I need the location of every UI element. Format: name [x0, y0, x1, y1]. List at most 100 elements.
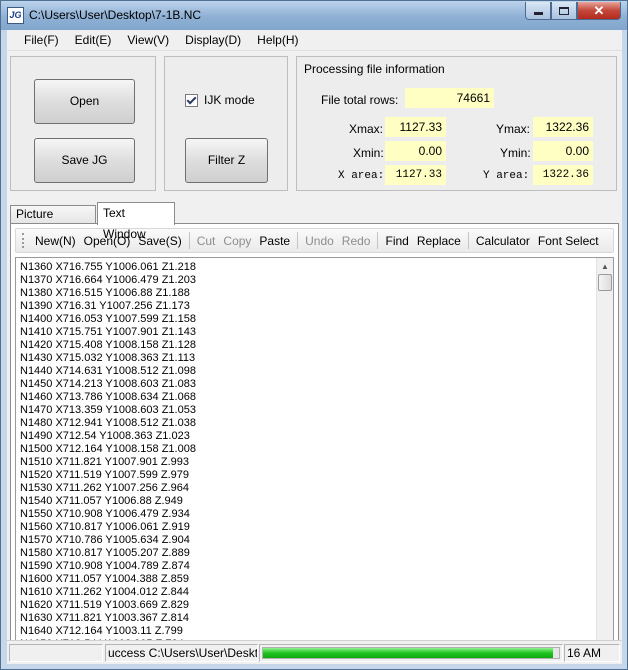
window-frame: File(F) Edit(E) View(V) Display(D) Help(…	[0, 30, 628, 670]
xmax-label: Xmax:	[349, 122, 384, 136]
cut-button[interactable]: Cut	[193, 234, 220, 248]
code-line: N1470 X713.359 Y1008.603 Z1.053	[20, 404, 196, 416]
code-line: N1560 X710.817 Y1006.061 Z.919	[20, 521, 190, 533]
undo-button[interactable]: Undo	[301, 234, 338, 248]
file-info-title: Processing file information	[304, 62, 445, 76]
nc-code-textarea[interactable]: N1360 X716.755 Y1006.061 Z1.218 N1370 X71…	[15, 257, 614, 663]
minimize-button[interactable]	[525, 2, 551, 20]
status-message: uccess C:\Users\User\Desktop\7-1B.NC	[105, 644, 258, 662]
progress-fill	[263, 648, 554, 658]
ijk-mode-option[interactable]: IJK mode	[185, 93, 255, 107]
redo-button[interactable]: Redo	[338, 234, 375, 248]
file-actions-panel: Open Save JG	[10, 56, 156, 191]
x-area-value: 1127.33	[385, 165, 446, 185]
code-line: N1620 X711.519 Y1003.669 Z.829	[20, 599, 190, 611]
maximize-button[interactable]	[551, 2, 577, 20]
total-rows-label: File total rows:	[321, 93, 399, 107]
code-line: N1630 X711.821 Y1003.367 Z.814	[20, 612, 190, 624]
status-time: 16 AM	[564, 644, 620, 662]
code-line: N1360 X716.755 Y1006.061 Z1.218	[20, 261, 196, 273]
replace-button[interactable]: Replace	[413, 234, 465, 248]
ymin-value: 0.00	[533, 141, 593, 161]
tab-text-window[interactable]: Text Window	[97, 202, 175, 241]
total-rows-value: 74661	[405, 88, 494, 108]
save-jg-button[interactable]: Save JG	[34, 138, 135, 183]
ymin-label: Ymin:	[500, 146, 531, 160]
y-area-label: Y area:	[483, 170, 530, 182]
code-line: N1450 X714.213 Y1008.603 Z1.083	[20, 378, 196, 390]
code-line: N1390 X716.31 Y1007.256 Z1.173	[20, 300, 190, 312]
file-info-panel: Processing file information File total r…	[296, 56, 617, 191]
calculator-button[interactable]: Calculator	[472, 234, 534, 248]
status-progress-cell	[259, 644, 563, 662]
font-select-button[interactable]: Font Select	[534, 234, 603, 248]
code-line: N1610 X711.262 Y1004.012 Z.844	[20, 586, 190, 598]
title-bar[interactable]: JG C:\Users\User\Desktop\7-1B.NC ✕	[0, 0, 628, 30]
text-window-page: New(N) Open(O) Save(S) Cut Copy Paste Un…	[10, 223, 619, 663]
client-area: File(F) Edit(E) View(V) Display(D) Help(…	[7, 30, 622, 664]
code-line: N1480 X712.941 Y1008.512 Z1.038	[20, 417, 196, 429]
menu-view[interactable]: View(V)	[120, 30, 176, 50]
app-icon[interactable]: JG	[7, 7, 24, 24]
code-line: N1420 X715.408 Y1008.158 Z1.128	[20, 339, 196, 351]
code-line: N1380 X716.515 Y1006.88 Z1.188	[20, 287, 190, 299]
options-panel: IJK mode Filter Z	[164, 56, 288, 191]
x-area-label: X area:	[338, 170, 385, 182]
open-button[interactable]: Open	[34, 79, 135, 124]
paste-button[interactable]: Paste	[255, 234, 294, 248]
maximize-icon	[559, 6, 569, 15]
new-button[interactable]: New(N)	[31, 234, 80, 248]
filter-z-button[interactable]: Filter Z	[185, 138, 268, 183]
code-line: N1430 X715.032 Y1008.363 Z1.113	[20, 352, 196, 364]
status-bar: uccess C:\Users\User\Desktop\7-1B.NC 16 …	[7, 640, 622, 664]
menu-help[interactable]: Help(H)	[250, 30, 305, 50]
tab-picture-window[interactable]: Picture Window	[10, 205, 96, 238]
code-line: N1600 X711.057 Y1004.388 Z.859	[20, 573, 190, 585]
code-line: N1520 X711.519 Y1007.599 Z.979	[20, 469, 190, 481]
code-line: N1410 X715.751 Y1007.901 Z1.143	[20, 326, 196, 338]
toolbar-separator	[188, 232, 190, 249]
code-line: N1540 X711.057 Y1006.88 Z.949	[20, 495, 183, 507]
xmin-label: Xmin:	[353, 146, 384, 160]
ijk-mode-checkbox[interactable]	[185, 93, 198, 107]
menu-file[interactable]: File(F)	[17, 30, 66, 50]
scroll-up-icon[interactable]: ▲	[597, 258, 613, 274]
check-icon	[186, 94, 197, 104]
close-icon: ✕	[593, 2, 605, 18]
ymax-label: Ymax:	[496, 122, 531, 136]
toolbar-separator	[297, 232, 299, 249]
minimize-icon	[533, 12, 543, 15]
window-controls: ✕	[525, 2, 621, 20]
code-line: N1570 X710.786 Y1005.634 Z.904	[20, 534, 190, 546]
copy-button[interactable]: Copy	[219, 234, 255, 248]
y-area-value: 1322.36	[533, 165, 593, 185]
menu-bar: File(F) Edit(E) View(V) Display(D) Help(…	[7, 30, 622, 51]
xmax-value: 1127.33	[385, 117, 446, 137]
close-button[interactable]: ✕	[577, 2, 621, 20]
vertical-scrollbar[interactable]: ▲	[596, 258, 613, 662]
status-cell-empty	[9, 644, 103, 662]
scrollbar-thumb[interactable]	[598, 274, 612, 291]
menu-display[interactable]: Display(D)	[178, 30, 248, 50]
code-line: N1490 X712.54 Y1008.363 Z1.023	[20, 430, 190, 442]
ymax-value: 1322.36	[533, 117, 593, 137]
window-title: C:\Users\User\Desktop\7-1B.NC	[29, 8, 202, 22]
code-line: N1440 X714.631 Y1008.512 Z1.098	[20, 365, 196, 377]
toolbar-separator	[377, 232, 379, 249]
nc-code-lines: N1360 X716.755 Y1006.061 Z1.218 N1370 X71…	[20, 261, 590, 651]
code-line: N1580 X710.817 Y1005.207 Z.889	[20, 547, 190, 559]
code-line: N1400 X716.053 Y1007.599 Z1.158	[20, 313, 196, 325]
code-line: N1370 X716.664 Y1006.479 Z1.203	[20, 274, 196, 286]
code-line: N1550 X710.908 Y1006.479 Z.934	[20, 508, 190, 520]
find-button[interactable]: Find	[381, 234, 412, 248]
progress-bar	[262, 647, 560, 659]
toolbar-separator	[467, 232, 469, 249]
code-line: N1590 X710.908 Y1004.789 Z.874	[20, 560, 190, 572]
code-line: N1510 X711.821 Y1007.901 Z.993	[20, 456, 190, 468]
toolbar-grip[interactable]	[22, 233, 25, 248]
code-line: N1460 X713.786 Y1008.634 Z1.068	[20, 391, 196, 403]
menu-edit[interactable]: Edit(E)	[68, 30, 119, 50]
code-line: N1500 X712.164 Y1008.158 Z1.008	[20, 443, 196, 455]
xmin-value: 0.00	[385, 141, 446, 161]
code-line: N1530 X711.262 Y1007.256 Z.964	[20, 482, 190, 494]
